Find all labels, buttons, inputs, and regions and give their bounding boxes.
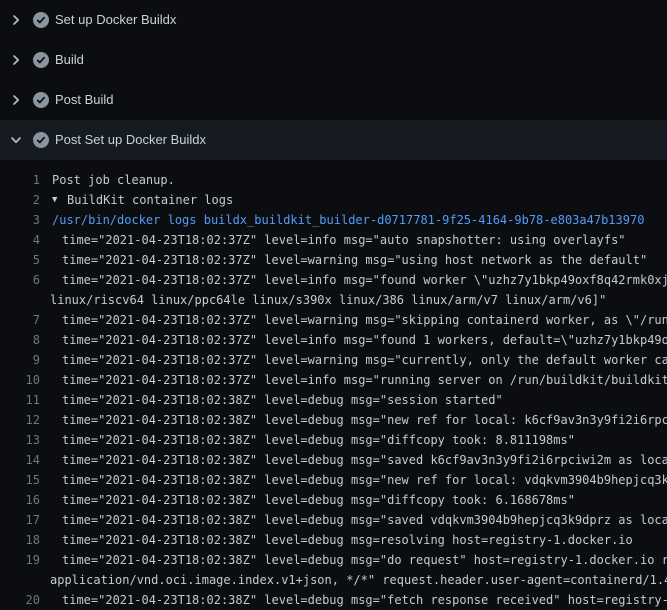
log-line-text: time="2021-04-23T18:02:37Z" level=warnin… (62, 350, 667, 370)
log-line-text: time="2021-04-23T18:02:38Z" level=debug … (62, 390, 503, 410)
log-line: 19 time="2021-04-23T18:02:38Z" level=deb… (0, 550, 667, 570)
log-line: linux/riscv64 linux/ppc64le linux/s390x … (0, 290, 667, 310)
check-circle-icon (33, 52, 49, 68)
log-line: 3 /usr/bin/docker logs buildx_buildkit_b… (0, 210, 667, 230)
chevron-icon (8, 52, 24, 68)
log-line-text: time="2021-04-23T18:02:37Z" level=info m… (62, 230, 626, 250)
log-line: 4 time="2021-04-23T18:02:37Z" level=info… (0, 230, 667, 250)
steps-list: Set up Docker Buildx Build Post Buil (0, 0, 667, 160)
log-line-number[interactable]: 10 (0, 370, 40, 390)
log-line: 16 time="2021-04-23T18:02:38Z" level=deb… (0, 490, 667, 510)
log-line-number[interactable]: 5 (0, 250, 40, 270)
step-title: Post Build (55, 92, 114, 108)
step-header[interactable]: Build (0, 40, 667, 80)
log-line-number[interactable]: 14 (0, 450, 40, 470)
log-line-number[interactable]: 20 (0, 590, 40, 610)
step-header[interactable]: Post Build (0, 80, 667, 120)
log-line-text: time="2021-04-23T18:02:38Z" level=debug … (62, 550, 667, 570)
log-line-text: time="2021-04-23T18:02:38Z" level=debug … (62, 430, 575, 450)
log-line-number[interactable]: 7 (0, 310, 40, 330)
log-line-text: time="2021-04-23T18:02:38Z" level=debug … (62, 470, 667, 490)
actions-log-viewer: Set up Docker Buildx Build Post Buil (0, 0, 667, 600)
log-line-number[interactable]: 11 (0, 390, 40, 410)
log-line-number[interactable]: 1 (0, 170, 40, 190)
log-line-number[interactable]: 16 (0, 490, 40, 510)
log-line-text: application/vnd.oci.image.index.v1+json,… (50, 570, 667, 590)
log-line-number[interactable]: 13 (0, 430, 40, 450)
log-line-text: time="2021-04-23T18:02:37Z" level=warnin… (62, 310, 667, 330)
log-line: 6 time="2021-04-23T18:02:37Z" level=info… (0, 270, 667, 290)
step-header[interactable]: Set up Docker Buildx (0, 0, 667, 40)
log-line: 17 time="2021-04-23T18:02:38Z" level=deb… (0, 510, 667, 530)
log-line-text: Post job cleanup. (52, 170, 175, 190)
log-line-text: time="2021-04-23T18:02:38Z" level=debug … (62, 590, 667, 610)
log-line: 9 time="2021-04-23T18:02:37Z" level=warn… (0, 350, 667, 370)
step-title: Post Set up Docker Buildx (55, 132, 206, 148)
log-line-text: time="2021-04-23T18:02:37Z" level=warnin… (62, 250, 647, 270)
log-line-number[interactable]: 9 (0, 350, 40, 370)
log-line-text: time="2021-04-23T18:02:38Z" level=debug … (62, 450, 667, 470)
check-circle-icon (33, 132, 49, 148)
log-line: 15 time="2021-04-23T18:02:38Z" level=deb… (0, 470, 667, 490)
chevron-icon (8, 132, 24, 148)
log-line: 14 time="2021-04-23T18:02:38Z" level=deb… (0, 450, 667, 470)
log-line: 12 time="2021-04-23T18:02:38Z" level=deb… (0, 410, 667, 430)
log-line-number[interactable]: 8 (0, 330, 40, 350)
chevron-icon (8, 12, 24, 28)
check-circle-icon (33, 12, 49, 28)
step-header[interactable]: Post Set up Docker Buildx (0, 120, 667, 160)
log-line-text: time="2021-04-23T18:02:38Z" level=debug … (62, 510, 667, 530)
log-line: 11 time="2021-04-23T18:02:38Z" level=deb… (0, 390, 667, 410)
log-line-number[interactable]: 4 (0, 230, 40, 250)
step-title: Set up Docker Buildx (55, 12, 176, 28)
log-line: 8 time="2021-04-23T18:02:37Z" level=info… (0, 330, 667, 350)
chevron-icon (8, 92, 24, 108)
log-line: 2 ▼ BuildKit container logs (0, 190, 667, 210)
log-line: 20 time="2021-04-23T18:02:38Z" level=deb… (0, 590, 667, 610)
log-line-text: time="2021-04-23T18:02:38Z" level=debug … (62, 530, 633, 550)
log-line-number[interactable]: 6 (0, 270, 40, 290)
check-circle-icon (33, 92, 49, 108)
log-line-number[interactable]: 15 (0, 470, 40, 490)
log-line: 1 Post job cleanup. (0, 170, 667, 190)
log-line-text: linux/riscv64 linux/ppc64le linux/s390x … (50, 290, 606, 310)
step-title: Build (55, 52, 84, 68)
log-line-text: time="2021-04-23T18:02:38Z" level=debug … (62, 490, 575, 510)
log-line-text: /usr/bin/docker logs buildx_buildkit_bui… (52, 210, 644, 230)
log-line-text: time="2021-04-23T18:02:38Z" level=debug … (62, 410, 667, 430)
log-line-number[interactable]: 12 (0, 410, 40, 430)
log-line: application/vnd.oci.image.index.v1+json,… (0, 570, 667, 590)
log-line-text: time="2021-04-23T18:02:37Z" level=info m… (62, 370, 667, 390)
log-line-number[interactable]: 2 (0, 190, 40, 210)
log-line-text: time="2021-04-23T18:02:37Z" level=info m… (62, 330, 667, 350)
log-line: 7 time="2021-04-23T18:02:37Z" level=warn… (0, 310, 667, 330)
log-line-number[interactable]: 3 (0, 210, 40, 230)
log-list: 1 Post job cleanup. 2 ▼ BuildKit contain… (0, 160, 667, 610)
log-line-number[interactable]: 18 (0, 530, 40, 550)
log-line-number[interactable]: 19 (0, 550, 40, 570)
log-line: 18 time="2021-04-23T18:02:38Z" level=deb… (0, 530, 667, 550)
log-line-number[interactable]: 17 (0, 510, 40, 530)
log-line: 10 time="2021-04-23T18:02:37Z" level=inf… (0, 370, 667, 390)
group-expander-icon[interactable]: ▼ (52, 190, 57, 210)
log-line-text: time="2021-04-23T18:02:37Z" level=info m… (62, 270, 667, 290)
log-line: 13 time="2021-04-23T18:02:38Z" level=deb… (0, 430, 667, 450)
log-line-text: BuildKit container logs (67, 190, 233, 210)
log-line: 5 time="2021-04-23T18:02:37Z" level=warn… (0, 250, 667, 270)
